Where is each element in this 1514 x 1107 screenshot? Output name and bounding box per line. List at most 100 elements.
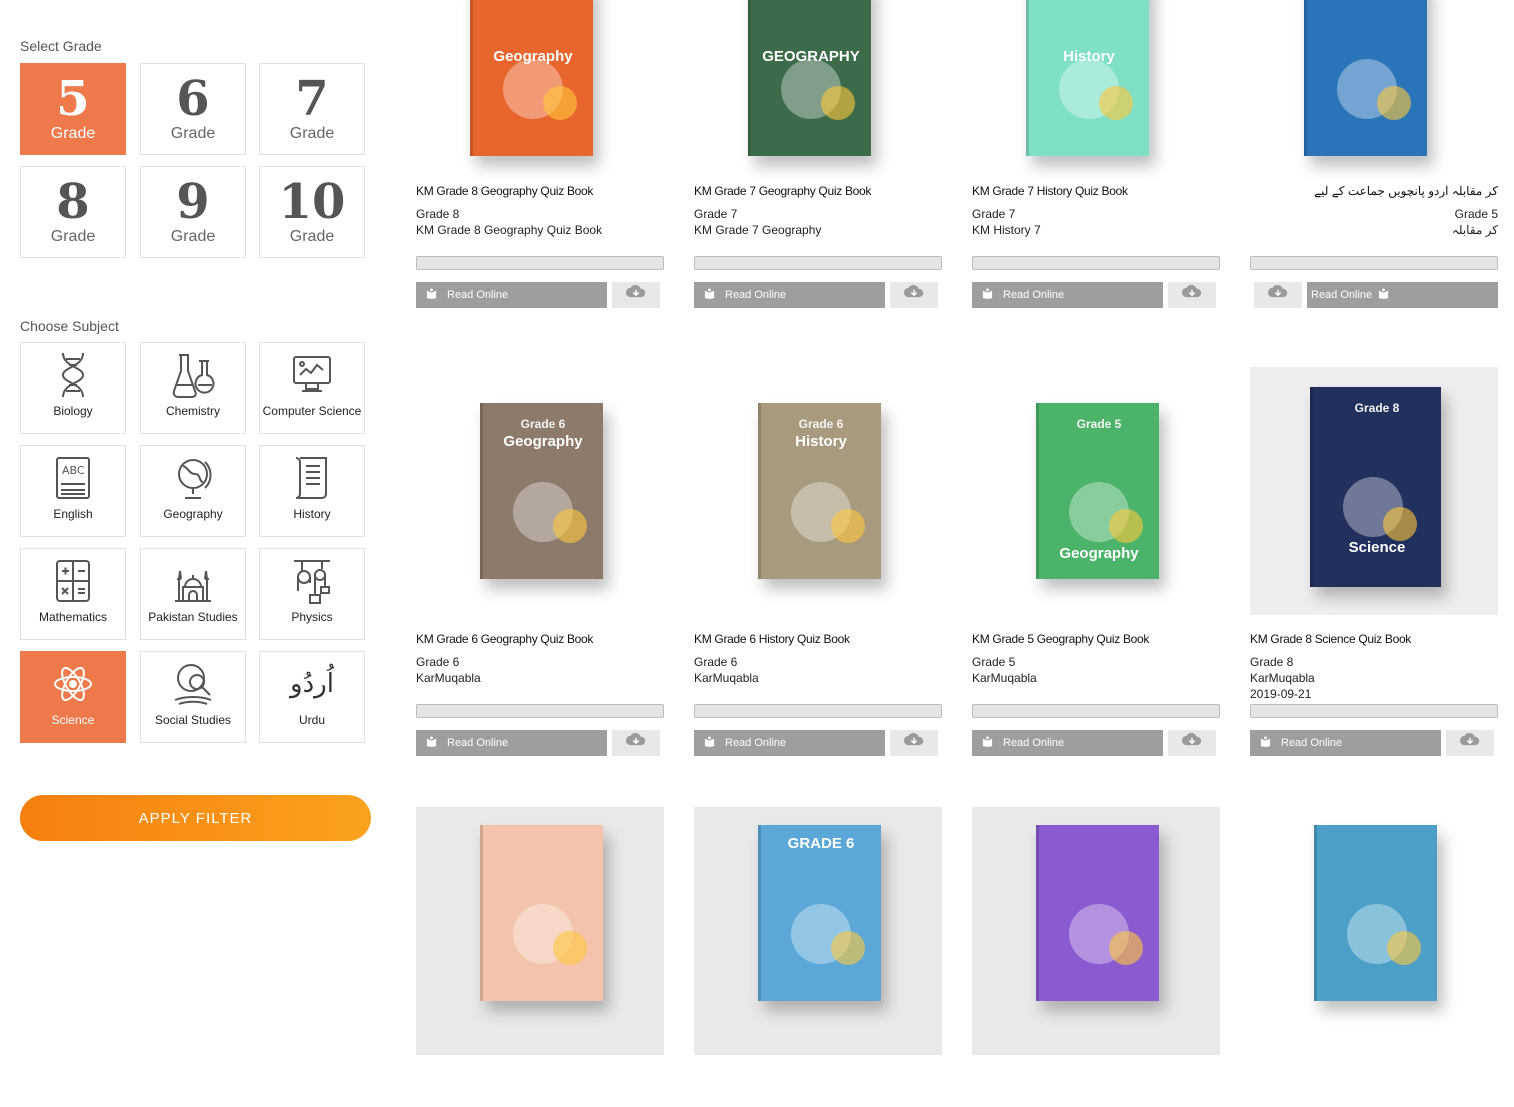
book-title[interactable]: KM Grade 8 Science Quiz Book bbox=[1250, 632, 1498, 646]
read-online-button[interactable]: Read Online bbox=[694, 730, 885, 756]
book-cover bbox=[1036, 825, 1159, 1001]
cloud-download-icon bbox=[903, 733, 925, 753]
grade-tile-8[interactable]: 8 Grade bbox=[20, 166, 126, 258]
read-online-label: Read Online bbox=[725, 737, 787, 749]
book-cover-area[interactable]: Geography bbox=[416, 0, 664, 168]
read-online-button[interactable]: Read Online bbox=[1250, 730, 1441, 756]
grade-number: 10 bbox=[278, 174, 346, 230]
book-cover-area[interactable]: Grade 5 Geography bbox=[972, 367, 1220, 615]
book-title[interactable]: کر مقابلہ اردو پانچویں جماعت کے لیے bbox=[1250, 184, 1498, 198]
book-cover-area[interactable]: GEOGRAPHY bbox=[694, 0, 942, 168]
progress-bar bbox=[972, 256, 1220, 270]
book-read-icon bbox=[982, 736, 1003, 750]
book-card: Grade 6 Geography KM Grade 6 Geography Qui… bbox=[416, 367, 664, 756]
grade-number: 7 bbox=[295, 71, 329, 127]
download-button[interactable] bbox=[612, 730, 660, 756]
read-online-button[interactable]: Read Online bbox=[972, 282, 1163, 308]
read-online-label: Read Online bbox=[447, 737, 509, 749]
progress-bar bbox=[416, 704, 664, 718]
book-cover-area[interactable] bbox=[1250, 807, 1498, 1055]
progress-bar bbox=[416, 256, 664, 270]
download-button[interactable] bbox=[612, 282, 660, 308]
subject-tile-pakistan-studies[interactable]: Pakistan Studies bbox=[140, 548, 246, 640]
cover-illustration bbox=[543, 85, 577, 120]
book-cover-area[interactable]: History bbox=[972, 0, 1220, 168]
apply-filter-button[interactable]: APPLY FILTER bbox=[20, 795, 371, 841]
grade-tile-10[interactable]: 10 Grade bbox=[259, 166, 365, 258]
subject-tile-social-studies[interactable]: Social Studies bbox=[140, 651, 246, 743]
read-online-label: Read Online bbox=[447, 289, 509, 301]
grade-word: Grade bbox=[170, 125, 216, 142]
grade-word: Grade bbox=[289, 125, 335, 142]
book-cover bbox=[480, 825, 603, 1001]
book-meta-line: Grade 5 bbox=[972, 655, 1016, 669]
subject-tile-science[interactable]: Science bbox=[20, 651, 126, 743]
cloud-download-icon bbox=[625, 285, 647, 305]
cover-title-text: History bbox=[1063, 48, 1115, 65]
book-cover: Grade 5 Geography bbox=[1036, 403, 1159, 579]
download-button[interactable] bbox=[1168, 282, 1216, 308]
read-online-button[interactable]: Read Online bbox=[694, 282, 885, 308]
cover-illustration bbox=[553, 930, 587, 965]
book-title[interactable]: KM Grade 7 Geography Quiz Book bbox=[694, 184, 942, 198]
book-meta-line: Grade 6 bbox=[694, 655, 738, 669]
book-title[interactable]: KM Grade 8 Geography Quiz Book bbox=[416, 184, 664, 198]
subject-tile-geography[interactable]: Geography bbox=[140, 445, 246, 537]
book-title[interactable]: KM Grade 7 History Quiz Book bbox=[972, 184, 1220, 198]
subject-tile-biology[interactable]: Biology bbox=[20, 342, 126, 434]
subject-tile-mathematics[interactable]: Mathematics bbox=[20, 548, 126, 640]
read-online-button[interactable]: Read Online bbox=[416, 282, 607, 308]
subject-tile-physics[interactable]: Physics bbox=[259, 548, 365, 640]
book-card: کر مقابلہ اردو پانچویں جماعت کے لیے Grade… bbox=[1250, 0, 1498, 308]
read-online-button[interactable]: Read Online bbox=[416, 730, 607, 756]
book-cover-area[interactable]: Grade 6 History bbox=[694, 367, 942, 615]
book-cover-area[interactable]: Grade 6 Geography bbox=[416, 367, 664, 615]
cover-illustration bbox=[821, 85, 855, 120]
book-card: Grade 8 Science KM Grade 8 Science Quiz Bo… bbox=[1250, 367, 1498, 756]
download-button[interactable] bbox=[1254, 282, 1302, 308]
grade-tile-7[interactable]: 7 Grade bbox=[259, 63, 365, 155]
grade-tile-9[interactable]: 9 Grade bbox=[140, 166, 246, 258]
book-meta-line: Grade 8 bbox=[416, 207, 460, 221]
subject-tile-urdu[interactable]: اُردُو Urdu bbox=[259, 651, 365, 743]
read-online-label: Read Online bbox=[1003, 737, 1065, 749]
book-cover-area[interactable]: Grade 8 Science bbox=[1250, 367, 1498, 615]
read-online-button[interactable]: Read Online bbox=[972, 730, 1163, 756]
download-button[interactable] bbox=[1168, 730, 1216, 756]
book-card: GRADE 6 bbox=[694, 807, 942, 1107]
book-cover-area[interactable]: GRADE 6 bbox=[694, 807, 942, 1055]
subject-tile-english[interactable]: ABC English bbox=[20, 445, 126, 537]
cloud-download-icon bbox=[1459, 733, 1481, 753]
grade-number: 9 bbox=[176, 174, 210, 230]
cloud-download-icon bbox=[1181, 733, 1203, 753]
cover-title-text: Geography bbox=[1059, 545, 1139, 562]
grade-tile-6[interactable]: 6 Grade bbox=[140, 63, 246, 155]
book-card: History KM Grade 7 History Quiz Book Grade… bbox=[972, 0, 1220, 308]
book-title[interactable]: KM Grade 6 History Quiz Book bbox=[694, 632, 942, 646]
globe-icon bbox=[171, 454, 215, 502]
download-button[interactable] bbox=[890, 730, 938, 756]
subject-tile-chemistry[interactable]: Chemistry bbox=[140, 342, 246, 434]
subject-label: Pakistan Studies bbox=[148, 610, 238, 624]
subject-tile-computer-science[interactable]: Computer Science bbox=[259, 342, 365, 434]
book-title[interactable]: KM Grade 6 Geography Quiz Book bbox=[416, 632, 664, 646]
book-cover-area[interactable] bbox=[416, 807, 664, 1055]
book-meta-line: Grade 5 bbox=[1454, 207, 1498, 221]
book-title[interactable]: KM Grade 5 Geography Quiz Book bbox=[972, 632, 1220, 646]
download-button[interactable] bbox=[1446, 730, 1494, 756]
download-button[interactable] bbox=[890, 282, 938, 308]
book-meta-line: KM Grade 8 Geography Quiz Book bbox=[416, 223, 603, 237]
mosque-icon bbox=[171, 557, 215, 605]
book-cover: Grade 6 Geography bbox=[480, 403, 603, 579]
select-grade-label: Select Grade bbox=[20, 38, 102, 54]
grade-number: 8 bbox=[56, 174, 90, 230]
cover-illustration bbox=[831, 508, 865, 543]
subject-tile-history[interactable]: History bbox=[259, 445, 365, 537]
cover-illustration bbox=[1383, 507, 1417, 541]
book-cover-area[interactable] bbox=[1250, 0, 1498, 168]
subject-label: Science bbox=[51, 713, 95, 727]
book-cover bbox=[1304, 0, 1427, 156]
book-cover-area[interactable] bbox=[972, 807, 1220, 1055]
read-online-button[interactable]: Read Online bbox=[1307, 282, 1498, 308]
grade-tile-5[interactable]: 5 Grade bbox=[20, 63, 126, 155]
